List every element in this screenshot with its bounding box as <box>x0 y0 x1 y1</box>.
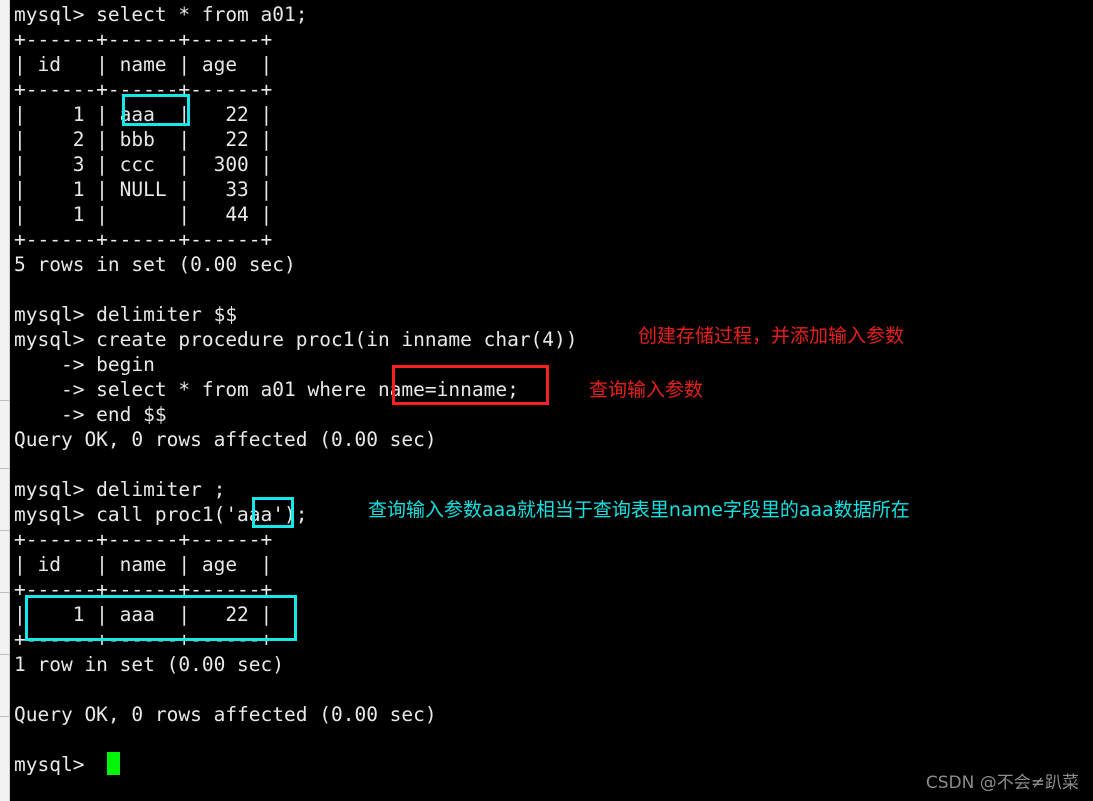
terminal-line: | 1 | | 44 | <box>14 203 273 226</box>
terminal-line: mysql> <box>14 753 85 776</box>
terminal-line: | 1 | NULL | 33 | <box>14 178 273 201</box>
terminal-line: +------+------+------+ <box>14 78 273 101</box>
create-procedure-note: 创建存储过程，并添加输入参数 <box>638 325 905 347</box>
terminal-line: Query OK, 0 rows affected (0.00 sec) <box>14 428 437 451</box>
terminal-line: -> begin <box>14 353 155 376</box>
editor-gutter-strip <box>0 0 10 801</box>
terminal-line: +------+------+------+ <box>14 528 273 551</box>
terminal-line: 1 row in set (0.00 sec) <box>14 653 285 676</box>
terminal-line: | 3 | ccc | 300 | <box>14 153 273 176</box>
terminal-line: -> end $$ <box>14 403 167 426</box>
terminal-output-area[interactable]: mysql> select * from a01; +------+------+… <box>11 0 1093 801</box>
terminal-line: +------+------+------+ <box>14 628 273 651</box>
query-param-note: 查询输入参数 <box>589 379 704 401</box>
gutter-tick <box>0 530 10 531</box>
terminal-line: | id | name | age | <box>14 553 273 576</box>
terminal-line: mysql> delimiter ; <box>14 478 226 501</box>
gutter-tick <box>0 716 10 717</box>
csdn-watermark: CSDN @不会≠趴菜 <box>925 773 1079 793</box>
gutter-tick <box>0 654 10 655</box>
terminal-line: Query OK, 0 rows affected (0.00 sec) <box>14 703 437 726</box>
terminal-line: | 1 | aaa | 22 | <box>14 603 273 626</box>
terminal-line: | 1 | aaa | 22 | <box>14 103 273 126</box>
terminal-cursor <box>107 752 120 775</box>
terminal-line: mysql> call proc1('aaa'); <box>14 503 308 526</box>
call-explain-note: 查询输入参数aaa就相当于查询表里name字段里的aaa数据所在 <box>368 499 910 521</box>
terminal-line: +------+------+------+ <box>14 28 273 51</box>
gutter-tick <box>0 468 10 469</box>
terminal-line: mysql> delimiter $$ <box>14 303 238 326</box>
terminal-line: | id | name | age | <box>14 53 273 76</box>
terminal-line: +------+------+------+ <box>14 228 273 251</box>
terminal-line: -> select * from a01 where name=inname; <box>14 378 519 401</box>
terminal-line: mysql> create procedure proc1(in inname … <box>14 328 578 351</box>
gutter-tick <box>0 400 10 401</box>
terminal-line: 5 rows in set (0.00 sec) <box>14 253 296 276</box>
terminal-line: | 2 | bbb | 22 | <box>14 128 273 151</box>
terminal-line: mysql> select * from a01; <box>14 3 308 26</box>
terminal-line: +------+------+------+ <box>14 578 273 601</box>
terminal-screenshot: mysql> select * from a01; +------+------+… <box>0 0 1093 801</box>
gutter-tick <box>0 592 10 593</box>
